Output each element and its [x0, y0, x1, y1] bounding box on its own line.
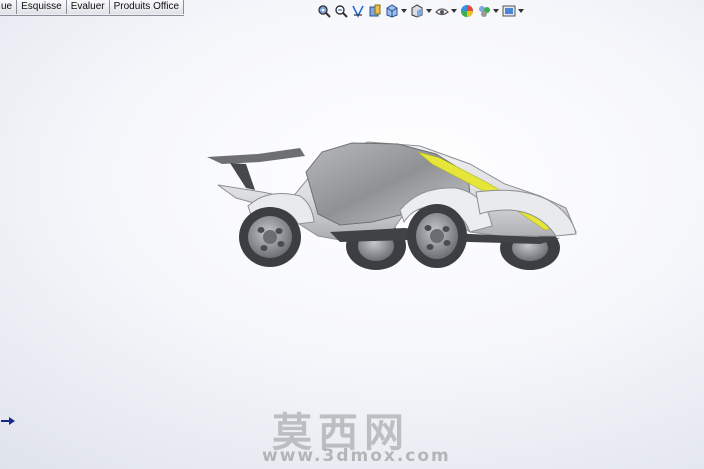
watermark-url: www.3dmox.com — [262, 446, 451, 466]
rear-near-wheel — [239, 207, 301, 267]
graphics-area[interactable]: ue Esquisse Evaluer Produits Office 莫西网 … — [0, 0, 704, 469]
front-near-wheel — [407, 204, 467, 268]
reference-triad-icon — [1, 417, 15, 425]
rear-wing — [207, 148, 305, 164]
car-3d-model[interactable] — [0, 0, 704, 469]
wing-strut — [230, 163, 255, 190]
